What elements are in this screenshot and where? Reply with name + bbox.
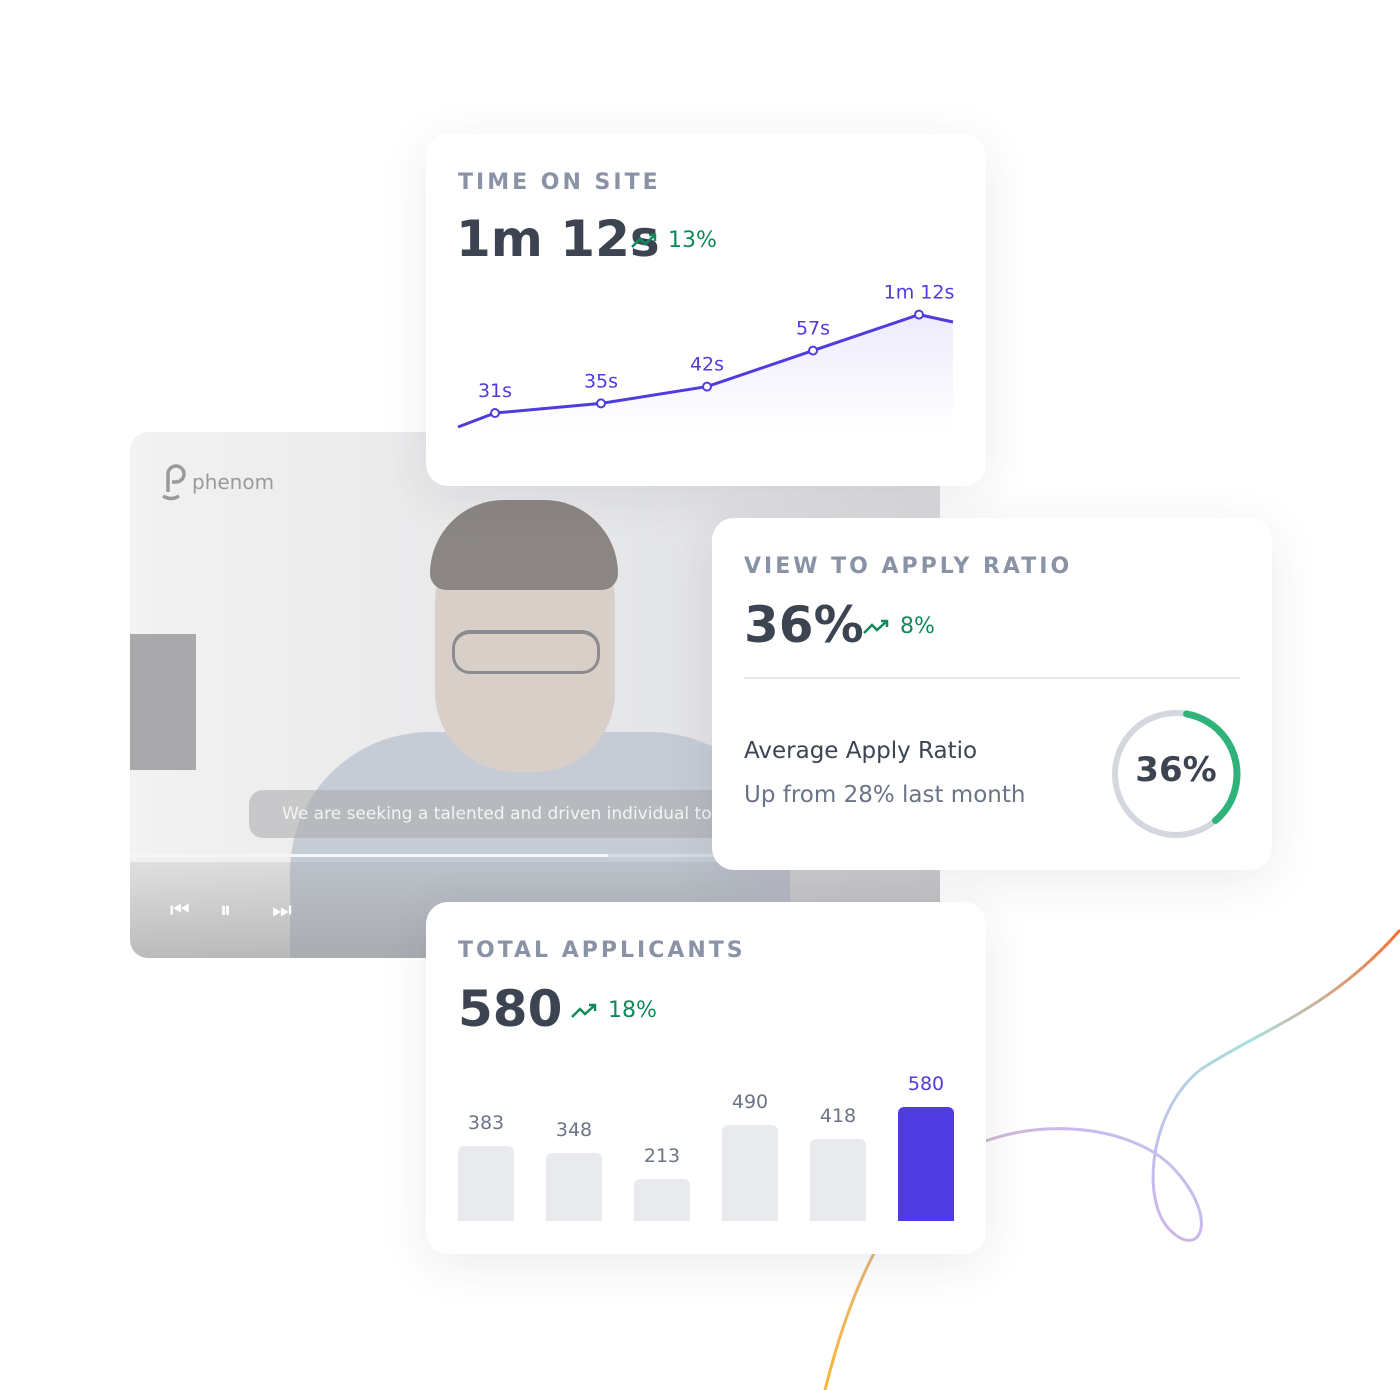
line-point: [490, 408, 500, 418]
card-label: VIEW TO APPLY RATIO: [744, 554, 1073, 579]
point-label: 42s: [690, 354, 724, 376]
average-title: Average Apply Ratio: [744, 738, 978, 764]
divider: [744, 677, 1240, 679]
bar: [810, 1139, 866, 1221]
time-on-site-card: TIME ON SITE 1m 12s 13% 31s 35s 42s 57s 1m 1…: [426, 134, 986, 486]
card-label: TOTAL APPLICANTS: [458, 938, 746, 963]
trend-value: 8%: [900, 614, 935, 639]
video-progress-fill: [130, 854, 608, 857]
point-label: 57s: [796, 318, 830, 340]
bar: [722, 1124, 778, 1221]
trend-up-icon: [863, 619, 889, 634]
average-subtitle: Up from 28% last month: [744, 782, 1026, 808]
bar: [634, 1179, 690, 1221]
bar-label: 383: [467, 1111, 505, 1134]
bar-label: 580: [907, 1073, 945, 1096]
person-glasses: [452, 630, 600, 674]
bar-label: 490: [731, 1090, 769, 1113]
line-point: [596, 398, 606, 409]
line-point: [808, 345, 818, 356]
phenom-logo-icon: [162, 464, 186, 501]
line-point: [914, 309, 924, 320]
bar-label: 418: [819, 1105, 857, 1128]
phenom-logo: phenom: [160, 462, 274, 502]
bar: [458, 1145, 514, 1221]
ratio-value: 36%: [744, 596, 864, 654]
person-hair: [430, 500, 618, 590]
bar-label: 348: [555, 1118, 593, 1141]
pause-icon[interactable]: ⏸: [220, 898, 231, 923]
view-to-apply-card: VIEW TO APPLY RATIO 36% 8% Average Apply…: [712, 518, 1272, 870]
applicants-value: 580: [458, 980, 563, 1038]
point-label: 35s: [584, 370, 618, 392]
bar-label: 213: [643, 1145, 681, 1168]
point-label: 31s: [478, 380, 512, 402]
point-label: 1m 12s: [884, 282, 955, 304]
brand-name: phenom: [192, 470, 275, 494]
trend-up-icon: [571, 1003, 597, 1018]
trend-value: 18%: [608, 998, 657, 1023]
skip-back-icon[interactable]: ⏮: [170, 898, 190, 923]
background-tv: [130, 634, 196, 770]
trend-badge: 18%: [570, 998, 657, 1023]
skip-forward-icon[interactable]: ⏭: [272, 898, 292, 923]
trend-badge: 8%: [862, 614, 935, 639]
time-line-chart: 31s 35s 42s 57s 1m 12s: [457, 282, 955, 434]
total-applicants-card: TOTAL APPLICANTS 580 18% 383 348 213 490 418…: [426, 902, 986, 1254]
bar: [546, 1152, 602, 1221]
line-point: [702, 381, 712, 392]
gauge-label: 36%: [1135, 750, 1217, 790]
bar: [898, 1107, 954, 1221]
